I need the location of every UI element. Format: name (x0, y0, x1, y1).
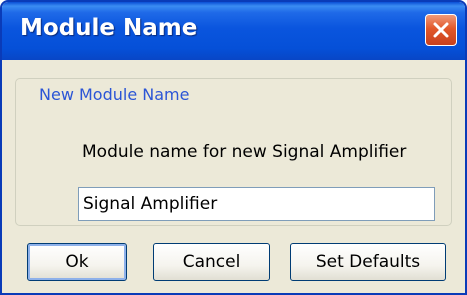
ok-button[interactable]: Ok (27, 243, 127, 281)
window-title: Module Name (20, 15, 198, 41)
new-module-name-group: New Module Name Module name for new Sign… (15, 78, 452, 226)
module-name-prompt: Module name for new Signal Amplifier (82, 142, 407, 162)
title-bar[interactable]: Module Name (2, 2, 465, 60)
dialog-window: Module Name New Module Name Module name … (0, 0, 467, 295)
close-button[interactable] (425, 14, 457, 46)
cancel-button[interactable]: Cancel (153, 243, 270, 281)
group-legend: New Module Name (36, 85, 193, 104)
close-icon (433, 22, 449, 38)
set-defaults-button[interactable]: Set Defaults (290, 243, 446, 281)
module-name-input[interactable] (78, 187, 435, 221)
